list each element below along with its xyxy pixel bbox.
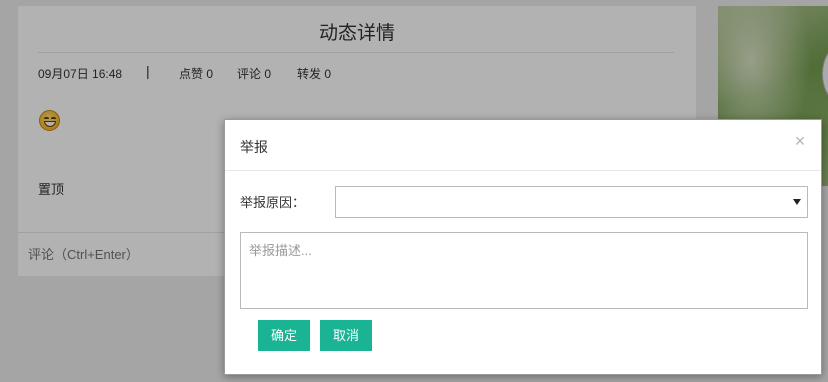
reason-label: 举报原因：	[240, 195, 306, 210]
dialog-title: 举报	[240, 139, 268, 155]
reason-select[interactable]	[335, 186, 808, 218]
report-dialog: 举报 × 举报原因： 确定 取消	[224, 119, 822, 375]
close-icon[interactable]: ×	[792, 132, 808, 150]
report-description-field[interactable]	[240, 232, 808, 309]
confirm-button[interactable]: 确定	[258, 320, 310, 351]
cancel-button[interactable]: 取消	[320, 320, 372, 351]
dialog-header: 举报 ×	[225, 120, 821, 171]
caret-down-icon	[793, 199, 801, 205]
